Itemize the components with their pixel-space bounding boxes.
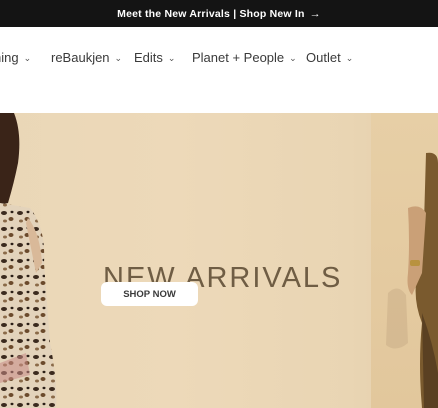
model-image-left: [0, 113, 57, 408]
nav-item-label: hing: [0, 49, 19, 65]
chevron-down-icon: ⌄: [289, 52, 297, 63]
nav-item-rebaukjen[interactable]: reBaukjen ⌄: [51, 49, 122, 65]
nav-item-label: Planet + People: [192, 49, 285, 65]
main-navigation: hing ⌄ reBaukjen ⌄ Edits ⌄ Planet + Peop…: [0, 27, 438, 113]
chevron-down-icon: ⌄: [345, 52, 354, 63]
hero-banner[interactable]: NEW ARRIVALS SHOP NOW: [0, 113, 438, 408]
shop-now-button[interactable]: SHOP NOW: [101, 282, 198, 306]
nav-item-label: Outlet: [306, 49, 341, 65]
arrow-right-icon: →: [309, 7, 321, 20]
chevron-down-icon: ⌄: [167, 52, 176, 63]
model-image-right: [386, 152, 438, 408]
nav-item-outlet[interactable]: Outlet ⌄: [306, 49, 353, 65]
nav-item-clothing[interactable]: hing ⌄: [0, 49, 31, 65]
chevron-down-icon: ⌄: [23, 52, 32, 63]
chevron-down-icon: ⌄: [114, 52, 123, 63]
nav-item-edits[interactable]: Edits ⌄: [134, 49, 175, 65]
announcement-text: Meet the New Arrivals | Shop New In: [117, 7, 305, 20]
nav-item-label: reBaukjen: [51, 49, 110, 65]
nav-item-planet-people[interactable]: Planet + People ⌄: [192, 49, 297, 65]
nav-item-label: Edits: [134, 49, 163, 65]
announcement-bar[interactable]: Meet the New Arrivals | Shop New In →: [0, 0, 438, 27]
